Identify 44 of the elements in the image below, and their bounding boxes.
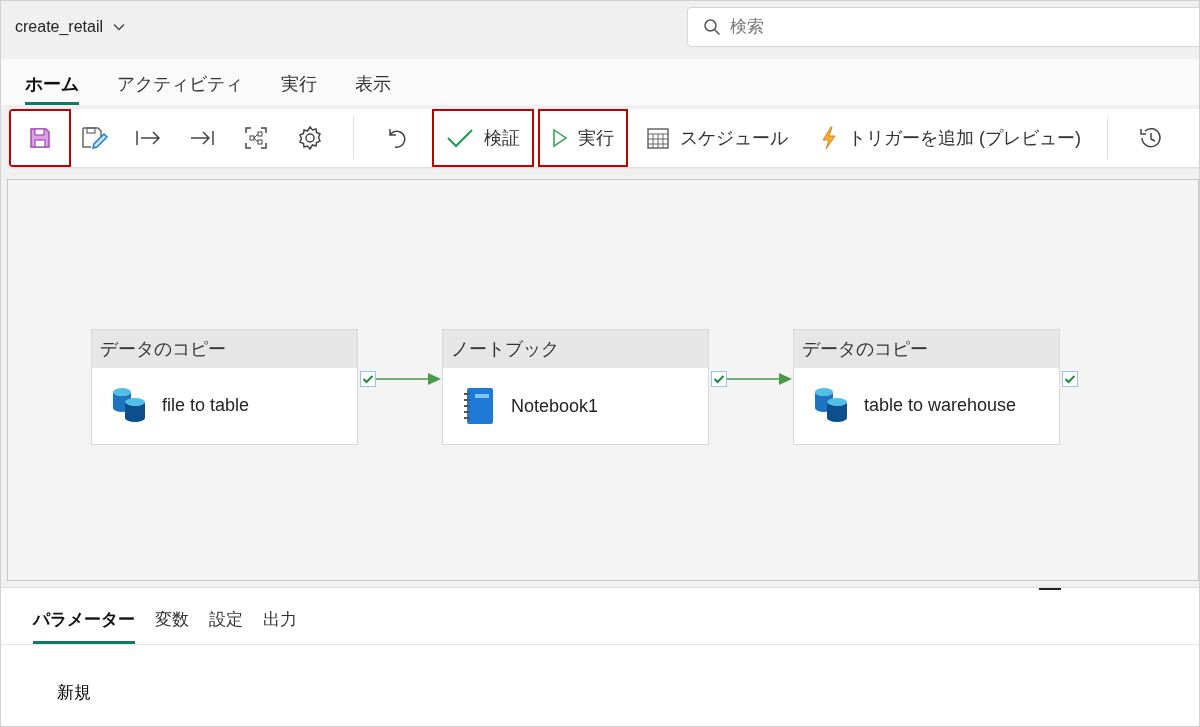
validate-button[interactable]: 検証 xyxy=(432,109,534,167)
new-parameter-button[interactable]: 新規 xyxy=(51,677,97,708)
search-icon xyxy=(703,18,721,36)
activity-category: ノートブック xyxy=(443,330,708,368)
chevron-down-icon[interactable] xyxy=(113,23,126,31)
save-button[interactable] xyxy=(9,109,71,167)
activity-node[interactable]: データのコピー file to table xyxy=(91,329,358,445)
panel-tab[interactable]: パラメーター xyxy=(33,604,135,644)
run-button[interactable]: 実行 xyxy=(538,109,628,167)
schedule-button[interactable]: スケジュール xyxy=(632,109,802,167)
activity-name: table to warehouse xyxy=(864,394,1017,416)
pipeline-title[interactable]: create_retail xyxy=(15,18,104,36)
activity-category: データのコピー xyxy=(92,330,357,368)
activity-node[interactable]: ノートブック Notebook1 xyxy=(442,329,709,445)
connected-nodes-icon xyxy=(244,126,268,150)
connector-arrow xyxy=(376,372,442,386)
arrow-right-icon xyxy=(135,129,161,147)
activity-category: データのコピー xyxy=(794,330,1059,368)
ribbon-tab[interactable]: アクティビティ xyxy=(117,72,243,105)
panel-tab[interactable]: 設定 xyxy=(209,604,243,644)
ribbon-tab[interactable]: 実行 xyxy=(281,72,317,105)
checkmark-icon xyxy=(446,128,474,148)
settings-icon xyxy=(297,125,323,151)
activity-name: file to table xyxy=(162,394,250,416)
trigger-button[interactable]: トリガーを追加 (プレビュー) xyxy=(806,109,1095,167)
calendar-icon xyxy=(646,126,670,150)
save-edit-icon xyxy=(80,125,108,151)
success-checkbox-icon[interactable] xyxy=(711,371,727,387)
database-icon xyxy=(110,386,148,424)
panel-tab[interactable]: 変数 xyxy=(155,604,189,644)
database-icon xyxy=(812,386,850,424)
activity-name: Notebook1 xyxy=(511,395,599,417)
lightning-icon xyxy=(820,126,838,150)
activity-node[interactable]: データのコピー table to warehouse xyxy=(793,329,1060,445)
search-field[interactable]: 検索 xyxy=(687,7,1199,47)
ribbon-tab[interactable]: 表示 xyxy=(355,72,391,105)
arrow-to-end-icon xyxy=(189,129,215,147)
panel-tab[interactable]: 出力 xyxy=(263,604,297,644)
connector-arrow xyxy=(727,372,793,386)
success-checkbox-icon[interactable] xyxy=(1062,371,1078,387)
success-checkbox-icon[interactable] xyxy=(360,371,376,387)
save-icon xyxy=(28,126,52,150)
play-icon xyxy=(552,128,568,148)
ribbon-tab[interactable]: ホーム xyxy=(25,72,79,105)
